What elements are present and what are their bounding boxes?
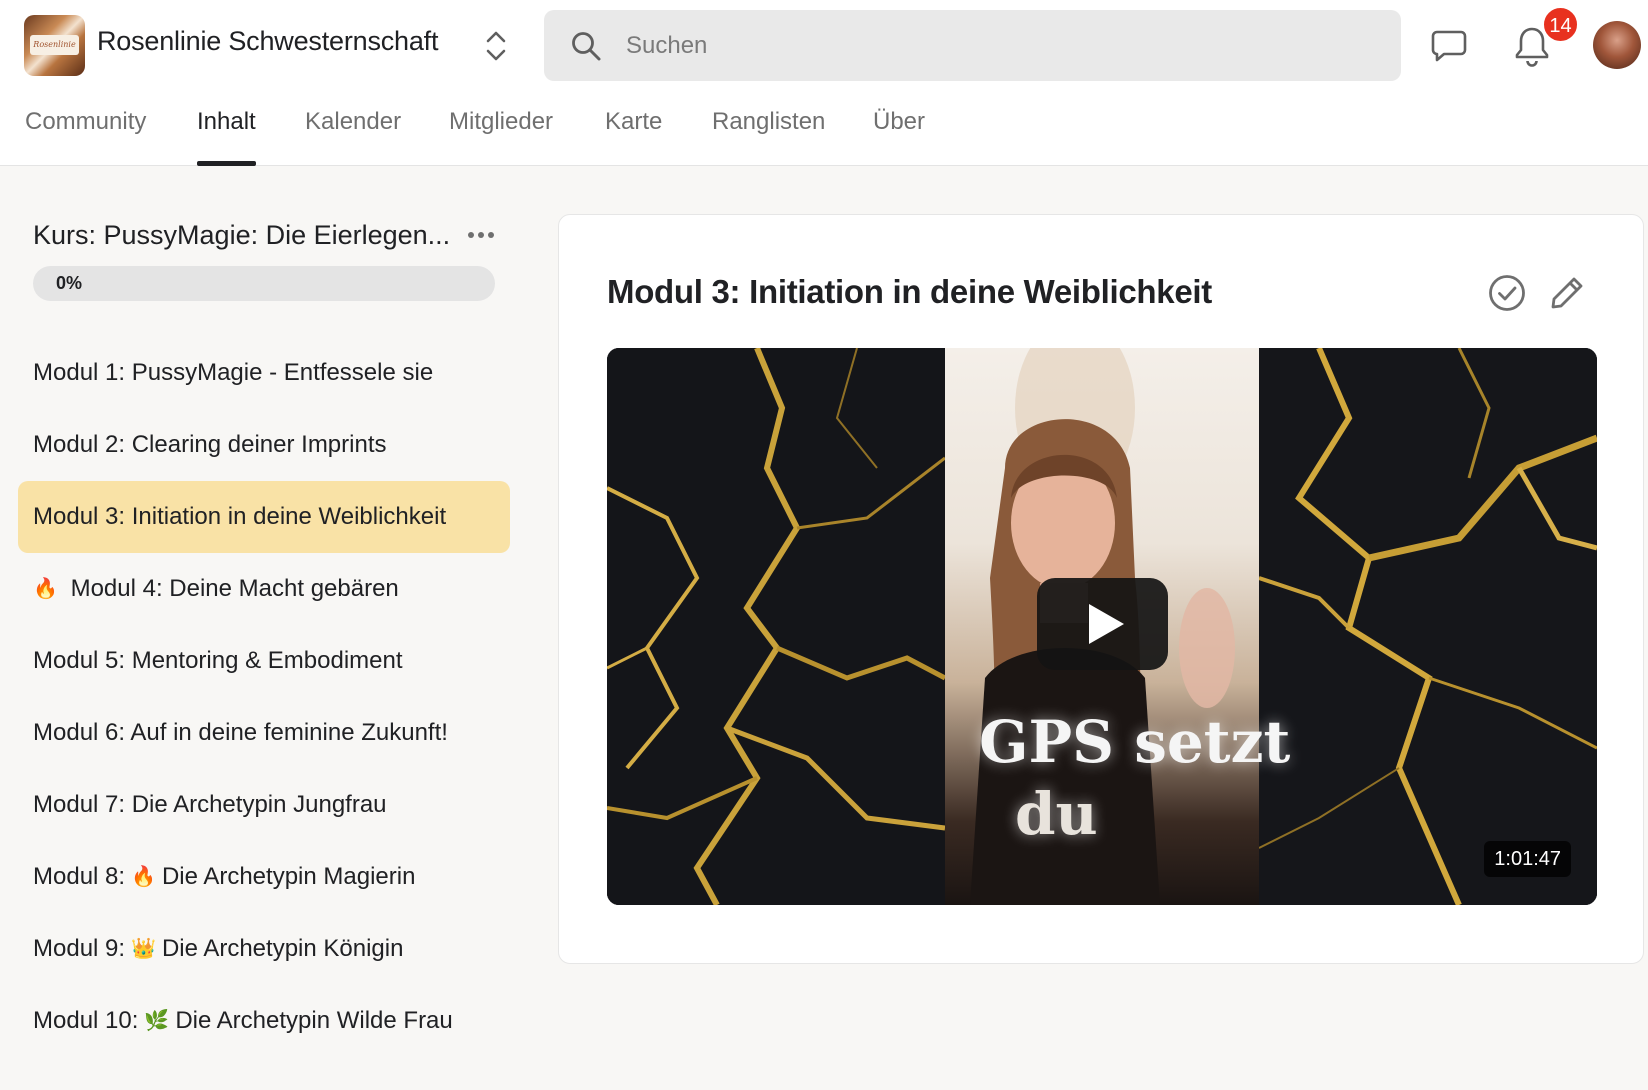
progress-label: 0% bbox=[56, 273, 83, 293]
module-label: Modul 2: Clearing deiner Imprints bbox=[33, 431, 387, 458]
video-duration: 1:01:47 bbox=[1484, 841, 1571, 877]
tab-mitglieder[interactable]: Mitglieder bbox=[449, 96, 553, 166]
sidebar-item-modul-3[interactable]: Modul 3: Initiation in deine Weiblichkei… bbox=[18, 481, 510, 553]
lesson-card: Modul 3: Initiation in deine Weiblichkei… bbox=[558, 214, 1644, 964]
fire-icon: 🔥 bbox=[131, 866, 156, 888]
lesson-title: Modul 3: Initiation in deine Weiblichkei… bbox=[607, 273, 1212, 310]
video-player[interactable]: GPS setzt du 1:01:47 bbox=[607, 348, 1597, 905]
module-list: Modul 1: PussyMagie - Entfessele sie Mod… bbox=[18, 337, 510, 1057]
module-prefix: Modul 8: bbox=[33, 863, 126, 890]
avatar[interactable] bbox=[1593, 21, 1641, 69]
top-header: Rosenlinie Rosenlinie Schwesternschaft 1… bbox=[0, 0, 1648, 166]
notification-badge: 14 bbox=[1542, 6, 1579, 43]
video-overlay-text: GPS setzt bbox=[979, 708, 1291, 776]
tab-community[interactable]: Community bbox=[25, 96, 146, 166]
course-progress-bar: 0% bbox=[33, 266, 495, 301]
group-name[interactable]: Rosenlinie Schwesternschaft bbox=[97, 26, 438, 57]
tab-kalender[interactable]: Kalender bbox=[305, 96, 401, 166]
mark-complete-icon[interactable] bbox=[1487, 273, 1527, 313]
module-label: Modul 7: Die Archetypin Jungfrau bbox=[33, 791, 387, 818]
module-label: Modul 3: Initiation in deine Weiblichkei… bbox=[33, 503, 447, 530]
edit-pencil-icon[interactable] bbox=[1547, 273, 1587, 313]
tab-inhalt[interactable]: Inhalt bbox=[197, 96, 256, 166]
module-label: Modul 1: PussyMagie - Entfessele sie bbox=[33, 359, 434, 386]
tab-ueber[interactable]: Über bbox=[873, 96, 925, 166]
module-label: Die Archetypin Königin bbox=[161, 935, 404, 962]
sidebar-item-modul-10[interactable]: Modul 10: 🌿 Die Archetypin Wilde Frau bbox=[18, 985, 510, 1057]
more-options-icon[interactable] bbox=[464, 221, 498, 249]
logo-label: Rosenlinie bbox=[30, 35, 79, 55]
fire-icon: 🔥 bbox=[33, 578, 58, 600]
sidebar-item-modul-7[interactable]: Modul 7: Die Archetypin Jungfrau bbox=[18, 769, 510, 841]
play-button[interactable] bbox=[1037, 578, 1168, 670]
sidebar-item-modul-4[interactable]: 🔥 Modul 4: Deine Macht gebären bbox=[18, 553, 510, 625]
sidebar-item-modul-8[interactable]: Modul 8: 🔥 Die Archetypin Magierin bbox=[18, 841, 510, 913]
sidebar-item-modul-1[interactable]: Modul 1: PussyMagie - Entfessele sie bbox=[18, 337, 510, 409]
crown-icon: 👑 bbox=[131, 938, 156, 960]
video-overlay-text-2: du bbox=[1015, 780, 1098, 848]
search-icon bbox=[570, 30, 602, 62]
chat-bubble-icon[interactable] bbox=[1429, 25, 1469, 70]
module-prefix: Modul 9: bbox=[33, 935, 126, 962]
module-label: Modul 6: Auf in deine feminine Zukunft! bbox=[33, 719, 448, 746]
search-input[interactable] bbox=[626, 10, 1366, 81]
module-prefix: Modul 10: bbox=[33, 1007, 139, 1034]
module-label: Die Archetypin Wilde Frau bbox=[175, 1007, 453, 1034]
course-title: Kurs: PussyMagie: Die Eierlegen... bbox=[33, 220, 451, 250]
sidebar-item-modul-2[interactable]: Modul 2: Clearing deiner Imprints bbox=[18, 409, 510, 481]
module-label: Modul 4: Deine Macht gebären bbox=[70, 575, 399, 602]
module-label: Die Archetypin Magierin bbox=[161, 863, 416, 890]
video-thumbnail-marble-right bbox=[1258, 348, 1597, 905]
sidebar-item-modul-5[interactable]: Modul 5: Mentoring & Embodiment bbox=[18, 625, 510, 697]
herb-icon: 🌿 bbox=[144, 1010, 170, 1032]
sidebar-item-modul-6[interactable]: Modul 6: Auf in deine feminine Zukunft! bbox=[18, 697, 510, 769]
tab-karte[interactable]: Karte bbox=[605, 96, 662, 166]
tab-ranglisten[interactable]: Ranglisten bbox=[712, 96, 825, 166]
search-bar[interactable] bbox=[544, 10, 1401, 81]
sidebar-item-modul-9[interactable]: Modul 9: 👑 Die Archetypin Königin bbox=[18, 913, 510, 985]
main-tabs: Community Inhalt Kalender Mitglieder Kar… bbox=[0, 96, 1648, 166]
video-thumbnail-marble-left bbox=[607, 348, 947, 905]
module-label: Modul 5: Mentoring & Embodiment bbox=[33, 647, 403, 674]
chevron-up-down-icon[interactable] bbox=[483, 28, 509, 64]
group-logo[interactable]: Rosenlinie bbox=[24, 15, 85, 76]
